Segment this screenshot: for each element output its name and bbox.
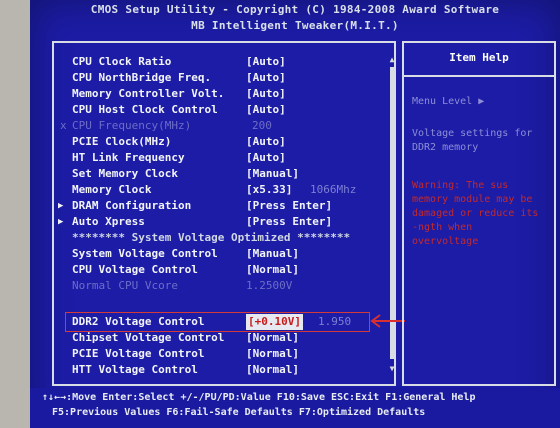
- setting-extra-value: 1066Mhz: [310, 183, 357, 196]
- help-warning: memory module may be: [412, 194, 533, 205]
- setting-label: HT Link Frequency: [72, 151, 185, 164]
- setting-label: CPU Voltage Control: [72, 263, 198, 276]
- setting-label: CPU Clock Ratio: [72, 55, 172, 68]
- setting-label: Chipset Voltage Control: [72, 331, 225, 344]
- disabled-x-icon: x: [60, 119, 67, 132]
- submenu-arrow-icon: ▶: [58, 217, 64, 227]
- setting-value[interactable]: [Auto]: [246, 54, 286, 70]
- setting-label: Normal CPU Vcore: [72, 279, 178, 292]
- highlight-box: [65, 312, 370, 332]
- menu-level: Menu Level ▶: [412, 96, 485, 107]
- setting-value[interactable]: [Auto]: [246, 70, 286, 86]
- bios-screen: CMOS Setup Utility - Copyright (C) 1984-…: [30, 0, 560, 428]
- setting-label: Auto Xpress: [72, 215, 145, 228]
- setting-value[interactable]: [Auto]: [246, 86, 286, 102]
- setting-label: HTT Voltage Control: [72, 363, 198, 376]
- setting-label: Memory Clock: [72, 183, 152, 196]
- setting-value[interactable]: [Normal]: [246, 262, 299, 278]
- setting-value[interactable]: [Manual]: [246, 166, 299, 182]
- setting-value[interactable]: [Normal]: [246, 362, 299, 378]
- setting-label: PCIE Clock(MHz): [72, 135, 172, 148]
- setting-label: DRAM Configuration: [72, 199, 192, 212]
- help-description: DDR2 memory: [412, 142, 479, 153]
- key-help-bar: ↑↓←→:Move Enter:Select +/-/PU/PD:Value F…: [30, 388, 560, 428]
- setting-label: CPU Host Clock Control: [72, 103, 218, 116]
- title-bar: CMOS Setup Utility - Copyright (C) 1984-…: [30, 0, 560, 40]
- setting-label: Set Memory Clock: [72, 167, 178, 180]
- help-warning: damaged or reduce its: [412, 208, 539, 219]
- setting-value[interactable]: [Manual]: [246, 246, 299, 262]
- setting-value[interactable]: [Auto]: [246, 102, 286, 118]
- help-warning: Warning: The sus: [412, 180, 509, 191]
- setting-label: CPU Frequency(MHz): [72, 119, 192, 132]
- setting-value[interactable]: [Auto]: [246, 150, 286, 166]
- key-help-line-1: ↑↓←→:Move Enter:Select +/-/PU/PD:Value F…: [42, 392, 476, 403]
- setting-value[interactable]: [Normal]: [246, 330, 299, 346]
- scroll-up-arrow-icon[interactable]: ▲: [387, 55, 397, 65]
- setting-label: Memory Controller Volt.: [72, 87, 225, 100]
- setting-value[interactable]: [Normal]: [246, 346, 299, 362]
- setting-label: System Voltage Control: [72, 247, 218, 260]
- title-line-1: CMOS Setup Utility - Copyright (C) 1984-…: [90, 3, 500, 16]
- setting-value[interactable]: [x5.33]: [246, 182, 292, 198]
- help-title: Item Help: [404, 43, 554, 77]
- submenu-arrow-icon: ▶: [58, 201, 64, 211]
- setting-value: 1.2500V: [246, 279, 293, 292]
- red-arrow-icon: [370, 314, 405, 328]
- setting-value: 200: [252, 119, 272, 132]
- setting-value[interactable]: [Press Enter]: [246, 198, 332, 214]
- item-help-panel: Item Help Menu Level ▶ Voltage settings …: [402, 41, 556, 386]
- help-warning: overvoltage: [412, 236, 479, 247]
- setting-value[interactable]: [Press Enter]: [246, 214, 332, 230]
- setting-value[interactable]: [Auto]: [246, 134, 286, 150]
- scroll-down-arrow-icon[interactable]: ▼: [387, 364, 397, 374]
- help-description: Voltage settings for: [412, 128, 533, 139]
- title-line-2: MB Intelligent Tweaker(M.I.T.): [191, 19, 399, 32]
- section-separator: ******** System Voltage Optimized ******…: [72, 231, 351, 244]
- setting-label: PCIE Voltage Control: [72, 347, 205, 360]
- help-warning: -ngth when: [412, 222, 473, 233]
- setting-label: CPU NorthBridge Freq.: [72, 71, 212, 84]
- key-help-line-2: F5:Previous Values F6:Fail-Safe Defaults…: [52, 407, 426, 418]
